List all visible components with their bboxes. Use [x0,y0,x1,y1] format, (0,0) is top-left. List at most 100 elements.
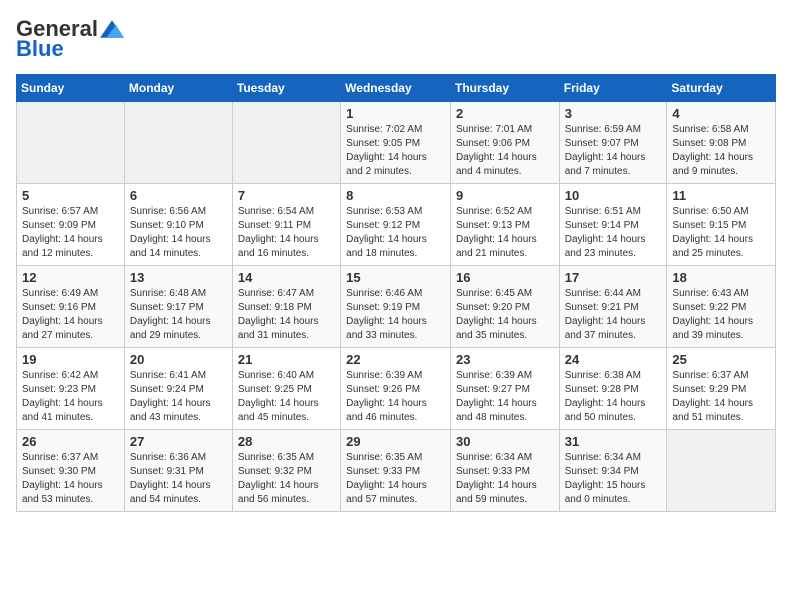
logo: General Blue [16,16,124,62]
logo-blue-text: Blue [16,36,64,62]
calendar-day-cell: 29 Sunrise: 6:35 AMSunset: 9:33 PMDaylig… [341,430,451,512]
calendar-day-cell: 15 Sunrise: 6:46 AMSunset: 9:19 PMDaylig… [341,266,451,348]
calendar-day-cell [124,102,232,184]
day-info: Sunrise: 6:37 AMSunset: 9:30 PMDaylight:… [22,451,119,507]
weekday-header-wednesday: Wednesday [341,75,451,102]
calendar-day-cell: 28 Sunrise: 6:35 AMSunset: 9:32 PMDaylig… [232,430,340,512]
day-number: 14 [238,270,335,285]
day-info: Sunrise: 6:57 AMSunset: 9:09 PMDaylight:… [22,205,119,261]
calendar-week-row: 1 Sunrise: 7:02 AMSunset: 9:05 PMDayligh… [17,102,776,184]
day-number: 2 [456,106,554,121]
calendar-day-cell: 24 Sunrise: 6:38 AMSunset: 9:28 PMDaylig… [559,348,667,430]
calendar-day-cell: 14 Sunrise: 6:47 AMSunset: 9:18 PMDaylig… [232,266,340,348]
calendar-table: SundayMondayTuesdayWednesdayThursdayFrid… [16,74,776,512]
day-number: 22 [346,352,445,367]
day-number: 11 [672,188,770,203]
calendar-day-cell: 21 Sunrise: 6:40 AMSunset: 9:25 PMDaylig… [232,348,340,430]
day-info: Sunrise: 6:46 AMSunset: 9:19 PMDaylight:… [346,287,445,343]
calendar-day-cell: 31 Sunrise: 6:34 AMSunset: 9:34 PMDaylig… [559,430,667,512]
day-info: Sunrise: 6:49 AMSunset: 9:16 PMDaylight:… [22,287,119,343]
day-info: Sunrise: 6:35 AMSunset: 9:32 PMDaylight:… [238,451,335,507]
weekday-header-thursday: Thursday [450,75,559,102]
calendar-day-cell: 18 Sunrise: 6:43 AMSunset: 9:22 PMDaylig… [667,266,776,348]
day-number: 20 [130,352,227,367]
calendar-day-cell: 26 Sunrise: 6:37 AMSunset: 9:30 PMDaylig… [17,430,125,512]
day-info: Sunrise: 6:56 AMSunset: 9:10 PMDaylight:… [130,205,227,261]
day-info: Sunrise: 6:36 AMSunset: 9:31 PMDaylight:… [130,451,227,507]
day-info: Sunrise: 6:39 AMSunset: 9:26 PMDaylight:… [346,369,445,425]
day-number: 13 [130,270,227,285]
calendar-day-cell: 7 Sunrise: 6:54 AMSunset: 9:11 PMDayligh… [232,184,340,266]
day-number: 24 [565,352,662,367]
logo-icon [100,20,124,38]
day-number: 6 [130,188,227,203]
day-info: Sunrise: 6:41 AMSunset: 9:24 PMDaylight:… [130,369,227,425]
calendar-day-cell: 5 Sunrise: 6:57 AMSunset: 9:09 PMDayligh… [17,184,125,266]
day-number: 30 [456,434,554,449]
day-number: 19 [22,352,119,367]
day-number: 29 [346,434,445,449]
calendar-day-cell: 11 Sunrise: 6:50 AMSunset: 9:15 PMDaylig… [667,184,776,266]
day-number: 31 [565,434,662,449]
day-number: 5 [22,188,119,203]
calendar-day-cell: 4 Sunrise: 6:58 AMSunset: 9:08 PMDayligh… [667,102,776,184]
day-number: 28 [238,434,335,449]
day-number: 27 [130,434,227,449]
weekday-header-saturday: Saturday [667,75,776,102]
calendar-day-cell: 2 Sunrise: 7:01 AMSunset: 9:06 PMDayligh… [450,102,559,184]
calendar-day-cell: 27 Sunrise: 6:36 AMSunset: 9:31 PMDaylig… [124,430,232,512]
day-info: Sunrise: 6:38 AMSunset: 9:28 PMDaylight:… [565,369,662,425]
day-info: Sunrise: 6:45 AMSunset: 9:20 PMDaylight:… [456,287,554,343]
day-info: Sunrise: 6:53 AMSunset: 9:12 PMDaylight:… [346,205,445,261]
day-info: Sunrise: 6:37 AMSunset: 9:29 PMDaylight:… [672,369,770,425]
calendar-day-cell: 10 Sunrise: 6:51 AMSunset: 9:14 PMDaylig… [559,184,667,266]
calendar-day-cell: 20 Sunrise: 6:41 AMSunset: 9:24 PMDaylig… [124,348,232,430]
calendar-body: 1 Sunrise: 7:02 AMSunset: 9:05 PMDayligh… [17,102,776,512]
calendar-day-cell [17,102,125,184]
day-info: Sunrise: 6:42 AMSunset: 9:23 PMDaylight:… [22,369,119,425]
day-info: Sunrise: 6:48 AMSunset: 9:17 PMDaylight:… [130,287,227,343]
day-info: Sunrise: 6:47 AMSunset: 9:18 PMDaylight:… [238,287,335,343]
calendar-header-row: SundayMondayTuesdayWednesdayThursdayFrid… [17,75,776,102]
calendar-day-cell: 22 Sunrise: 6:39 AMSunset: 9:26 PMDaylig… [341,348,451,430]
day-number: 7 [238,188,335,203]
day-info: Sunrise: 6:40 AMSunset: 9:25 PMDaylight:… [238,369,335,425]
day-info: Sunrise: 6:35 AMSunset: 9:33 PMDaylight:… [346,451,445,507]
calendar-day-cell [667,430,776,512]
day-info: Sunrise: 6:59 AMSunset: 9:07 PMDaylight:… [565,123,662,179]
weekday-header-monday: Monday [124,75,232,102]
calendar-day-cell: 25 Sunrise: 6:37 AMSunset: 9:29 PMDaylig… [667,348,776,430]
day-number: 9 [456,188,554,203]
day-info: Sunrise: 6:58 AMSunset: 9:08 PMDaylight:… [672,123,770,179]
day-number: 12 [22,270,119,285]
day-number: 4 [672,106,770,121]
day-info: Sunrise: 6:52 AMSunset: 9:13 PMDaylight:… [456,205,554,261]
day-info: Sunrise: 6:34 AMSunset: 9:34 PMDaylight:… [565,451,662,507]
calendar-day-cell: 17 Sunrise: 6:44 AMSunset: 9:21 PMDaylig… [559,266,667,348]
day-number: 18 [672,270,770,285]
day-info: Sunrise: 6:51 AMSunset: 9:14 PMDaylight:… [565,205,662,261]
calendar-week-row: 19 Sunrise: 6:42 AMSunset: 9:23 PMDaylig… [17,348,776,430]
weekday-header-friday: Friday [559,75,667,102]
day-info: Sunrise: 6:54 AMSunset: 9:11 PMDaylight:… [238,205,335,261]
day-info: Sunrise: 6:50 AMSunset: 9:15 PMDaylight:… [672,205,770,261]
day-info: Sunrise: 6:43 AMSunset: 9:22 PMDaylight:… [672,287,770,343]
calendar-week-row: 5 Sunrise: 6:57 AMSunset: 9:09 PMDayligh… [17,184,776,266]
calendar-day-cell: 23 Sunrise: 6:39 AMSunset: 9:27 PMDaylig… [450,348,559,430]
day-number: 15 [346,270,445,285]
calendar-day-cell: 6 Sunrise: 6:56 AMSunset: 9:10 PMDayligh… [124,184,232,266]
calendar-week-row: 12 Sunrise: 6:49 AMSunset: 9:16 PMDaylig… [17,266,776,348]
calendar-day-cell [232,102,340,184]
day-number: 8 [346,188,445,203]
day-number: 25 [672,352,770,367]
day-number: 17 [565,270,662,285]
day-info: Sunrise: 7:02 AMSunset: 9:05 PMDaylight:… [346,123,445,179]
day-number: 10 [565,188,662,203]
day-info: Sunrise: 7:01 AMSunset: 9:06 PMDaylight:… [456,123,554,179]
calendar-day-cell: 13 Sunrise: 6:48 AMSunset: 9:17 PMDaylig… [124,266,232,348]
weekday-header-tuesday: Tuesday [232,75,340,102]
day-info: Sunrise: 6:34 AMSunset: 9:33 PMDaylight:… [456,451,554,507]
day-number: 1 [346,106,445,121]
day-info: Sunrise: 6:44 AMSunset: 9:21 PMDaylight:… [565,287,662,343]
day-number: 21 [238,352,335,367]
